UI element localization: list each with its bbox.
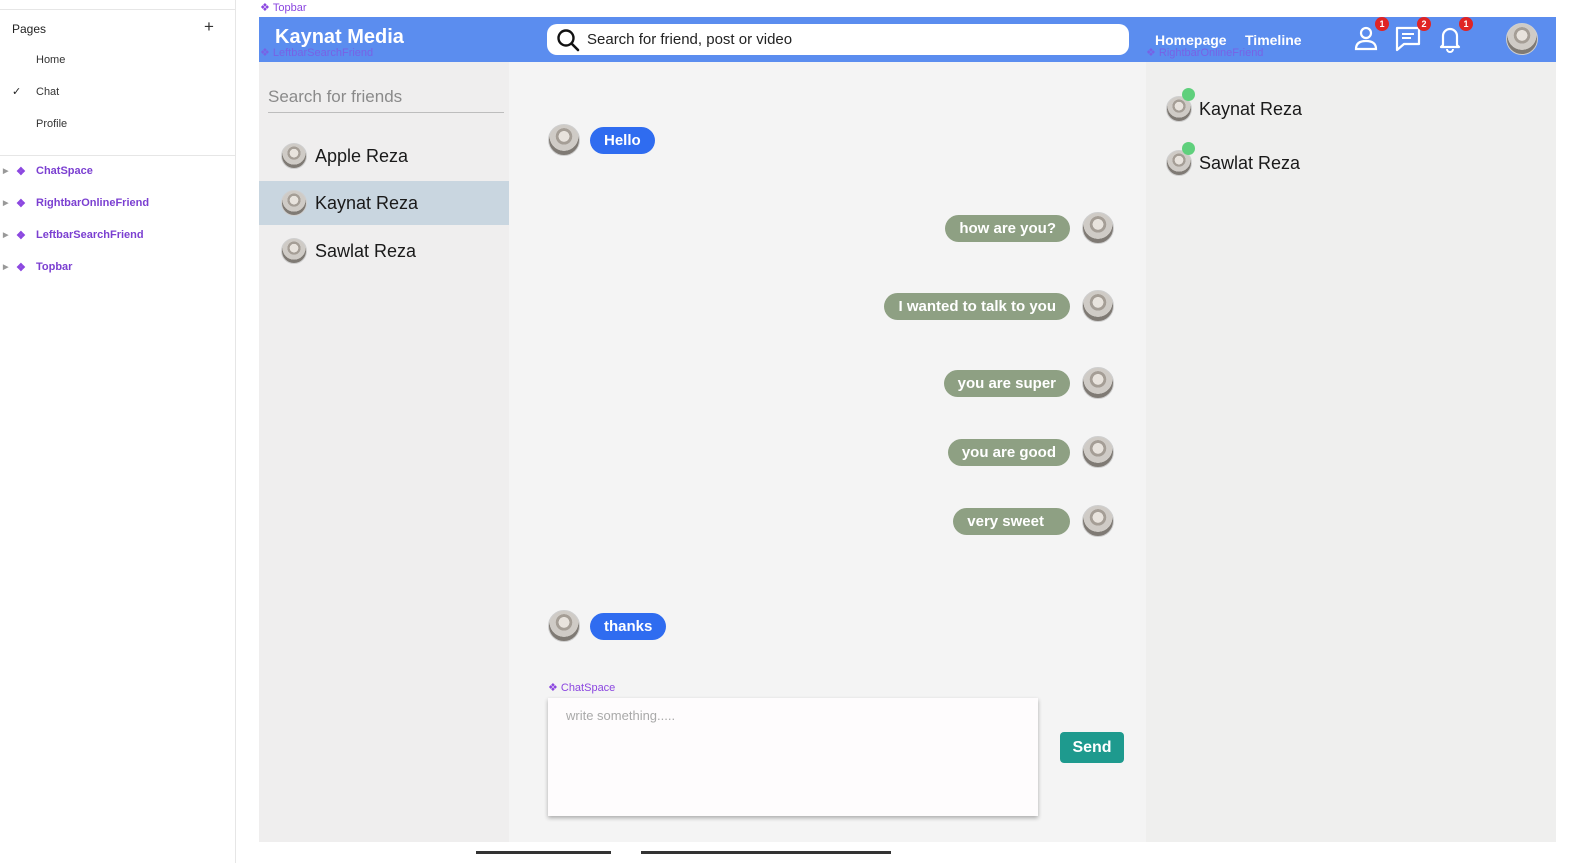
message-bubble: you are super [943, 369, 1070, 397]
chat-message: I wanted to talk to you [884, 290, 1114, 322]
notification-badge: 1 [1375, 17, 1389, 31]
message-bubble: I wanted to talk to you [884, 292, 1070, 320]
chat-message: you are super [943, 367, 1114, 399]
chat-message: how are you? [945, 212, 1114, 244]
frame-label-chatspace[interactable]: ❖ ChatSpace [548, 681, 615, 695]
message-bubble: you are good [947, 438, 1070, 466]
layer-topbar[interactable]: ▶ ❖ Topbar [0, 259, 72, 275]
notification-badge: 1 [1459, 17, 1473, 31]
friend-name: Kaynat Reza [1199, 98, 1303, 119]
chat-message: you are good [947, 436, 1114, 468]
message-bubble: Hello [590, 126, 655, 154]
divider [0, 155, 236, 156]
search-input[interactable]: Search for friend, post or video [587, 31, 792, 48]
layer-label: ChatSpace [36, 165, 93, 177]
layer-label: Topbar [36, 261, 73, 273]
pages-title: Pages [12, 22, 47, 36]
online-status-dot [1182, 88, 1195, 101]
message-bubble: thanks [590, 612, 667, 640]
component-icon: ❖ [16, 229, 26, 242]
composer-placeholder: write something..... [566, 708, 676, 723]
layer-leftbar-search-friend[interactable]: ▶ ❖ LeftbarSearchFriend [0, 227, 144, 243]
layer-label: LeftbarSearchFriend [36, 229, 144, 241]
avatar [1166, 88, 1195, 122]
avatar [281, 143, 307, 169]
chat-space: Hello how are you? I wanted to talk to y… [509, 62, 1146, 842]
caret-right-icon[interactable]: ▶ [3, 199, 13, 207]
friend-name: Apple Reza [315, 145, 409, 166]
layer-label: RightbarOnlineFriend [36, 197, 150, 209]
avatar [1082, 436, 1114, 468]
avatar [281, 190, 307, 216]
topbar: Kaynat Media Search for friend, post or … [259, 17, 1556, 62]
avatar [1082, 367, 1114, 399]
avatar [1082, 212, 1114, 244]
search-bar[interactable]: Search for friend, post or video [547, 24, 1129, 55]
friend-name: Kaynat Reza [315, 192, 419, 213]
search-icon [555, 27, 581, 53]
caret-right-icon[interactable]: ▶ [3, 231, 13, 239]
page-item-profile[interactable]: Profile [36, 118, 67, 130]
notification-badge: 2 [1417, 17, 1431, 31]
avatar [1082, 505, 1114, 537]
layer-chatspace[interactable]: ▶ ❖ ChatSpace [0, 163, 93, 179]
component-icon: ❖ [16, 165, 26, 178]
online-friend-item[interactable]: Sawlat Reza [1166, 142, 1301, 176]
caret-right-icon[interactable]: ▶ [3, 167, 13, 175]
chat-message: very sweet [953, 505, 1114, 537]
avatar [1166, 142, 1195, 176]
friend-list-item[interactable]: Sawlat Reza [259, 229, 509, 273]
component-icon: ❖ [16, 197, 26, 210]
component-icon: ❖ [260, 2, 270, 14]
chat-message: thanks [548, 610, 667, 642]
frame-label-rightbar[interactable]: ❖ RightbarOnlineFriend [1146, 46, 1263, 60]
divider [0, 9, 236, 10]
divider [476, 851, 611, 854]
caret-right-icon[interactable]: ▶ [3, 263, 13, 271]
component-icon: ❖ [1146, 47, 1156, 59]
friend-name: Sawlat Reza [315, 240, 417, 261]
send-button[interactable]: Send [1060, 732, 1124, 763]
leftbar-search-friend: Search for friends Apple Reza Kaynat Rez… [259, 62, 509, 842]
friend-list-item[interactable]: Kaynat Reza [259, 181, 509, 225]
layer-rightbar-online-friend[interactable]: ▶ ❖ RightbarOnlineFriend [0, 195, 149, 211]
person-icon[interactable]: 1 [1351, 17, 1389, 53]
divider [641, 851, 891, 854]
bell-icon[interactable]: 1 [1435, 17, 1473, 53]
rightbar-online-friend: Kaynat Reza Sawlat Reza [1146, 62, 1556, 842]
component-icon: ❖ [16, 261, 26, 274]
message-composer[interactable]: write something..... [548, 698, 1038, 816]
friend-list-item[interactable]: Apple Reza [259, 134, 509, 178]
online-status-dot [1182, 142, 1195, 155]
avatar[interactable] [1506, 23, 1538, 55]
page-item-home[interactable]: Home [36, 54, 65, 66]
page-item-chat[interactable]: Chat [36, 86, 59, 98]
frame-label-topbar[interactable]: ❖ Topbar [260, 1, 307, 15]
chat-icon[interactable]: 2 [1393, 17, 1431, 53]
component-icon: ❖ [548, 682, 558, 694]
chat-message: Hello [548, 124, 655, 156]
plus-icon[interactable]: + [204, 18, 214, 36]
message-bubble: how are you? [945, 214, 1070, 242]
avatar [281, 238, 307, 264]
avatar [548, 124, 580, 156]
friend-search-input[interactable]: Search for friends [268, 87, 504, 113]
friend-name: Sawlat Reza [1199, 152, 1301, 173]
check-icon: ✓ [12, 86, 22, 98]
component-icon: ❖ [260, 47, 270, 59]
message-bubble: very sweet [953, 507, 1070, 535]
online-friend-item[interactable]: Kaynat Reza [1166, 88, 1303, 122]
frame-label-leftbar[interactable]: ❖ LeftbarSearchFriend [260, 46, 373, 60]
layers-panel: Pages + Home ✓ Chat Profile ▶ ❖ ChatSpac… [0, 0, 236, 863]
avatar [1082, 290, 1114, 322]
avatar [548, 610, 580, 642]
